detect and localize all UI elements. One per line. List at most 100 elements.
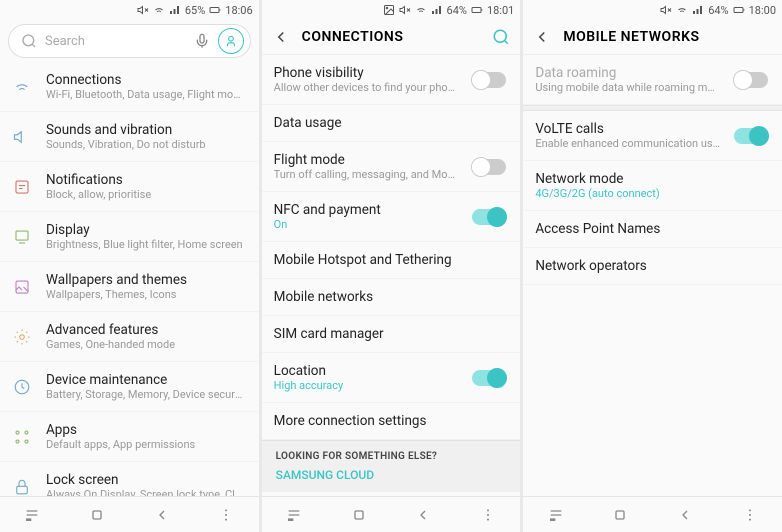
- home-button[interactable]: [351, 507, 367, 523]
- settings-item[interactable]: Advanced features Games, One-handed mode: [0, 312, 259, 362]
- settings-item[interactable]: Sounds and vibration Sounds, Vibration, …: [0, 112, 259, 162]
- network-item[interactable]: VoLTE callsEnable enhanced communication…: [523, 111, 782, 161]
- more-button[interactable]: [480, 507, 496, 523]
- profile-avatar[interactable]: [218, 28, 244, 54]
- settings-item-title: Wallpapers and themes: [46, 272, 245, 288]
- connections-list: Phone visibilityAllow other devices to f…: [262, 55, 521, 496]
- settings-item-subtitle: Default apps, App permissions: [46, 438, 245, 451]
- search-icon[interactable]: [492, 28, 510, 46]
- toggle-switch[interactable]: [472, 72, 506, 88]
- time-text: 18:01: [487, 4, 514, 17]
- battery-text: 64%: [708, 4, 728, 17]
- connection-item[interactable]: More connection settings: [262, 403, 521, 440]
- toggle-switch[interactable]: [472, 209, 506, 225]
- network-item-content: VoLTE callsEnable enhanced communication…: [535, 121, 720, 150]
- back-button[interactable]: [415, 507, 431, 523]
- mic-icon[interactable]: [194, 33, 210, 49]
- page-header: MOBILE NETWORKS: [523, 20, 782, 55]
- toggle-switch[interactable]: [734, 128, 768, 144]
- recent-apps-button[interactable]: [286, 507, 302, 523]
- search-bar[interactable]: Search: [8, 24, 251, 58]
- connection-item[interactable]: Mobile Hotspot and Tethering: [262, 242, 521, 279]
- network-item-title: Data roaming: [535, 65, 720, 81]
- settings-item[interactable]: Lock screen Always On Display, Screen lo…: [0, 462, 259, 496]
- settings-item[interactable]: Wallpapers and themes Wallpapers, Themes…: [0, 262, 259, 312]
- connection-item-content: NFC and paymentOn: [274, 202, 459, 231]
- connection-item[interactable]: LocationHigh accuracy: [262, 353, 521, 403]
- connection-item[interactable]: SIM card manager: [262, 316, 521, 353]
- time-text: 18:00: [749, 4, 776, 17]
- recent-apps-button[interactable]: [548, 507, 564, 523]
- settings-item-icon: [12, 427, 32, 447]
- settings-item-content: Device maintenance Battery, Storage, Mem…: [46, 372, 245, 401]
- settings-item[interactable]: Notifications Block, allow, prioritise: [0, 162, 259, 212]
- page-title: MOBILE NETWORKS: [563, 29, 772, 45]
- connection-item[interactable]: Phone visibilityAllow other devices to f…: [262, 55, 521, 105]
- more-button[interactable]: [218, 507, 234, 523]
- looking-for-header: LOOKING FOR SOMETHING ELSE?: [276, 451, 507, 462]
- status-bar: 64% 18:00: [523, 0, 782, 20]
- connection-item-content: Data usage: [274, 115, 507, 131]
- status-bar: 64% 18:01: [262, 0, 521, 20]
- connection-item-title: Location: [274, 363, 459, 379]
- looking-for-box: LOOKING FOR SOMETHING ELSE? SAMSUNG CLOU…: [262, 440, 521, 492]
- back-button[interactable]: [154, 507, 170, 523]
- search-placeholder: Search: [45, 34, 186, 49]
- home-button[interactable]: [89, 507, 105, 523]
- settings-item-content: Apps Default apps, App permissions: [46, 422, 245, 451]
- settings-item-subtitle: Wi-Fi, Bluetooth, Data usage, Flight mod…: [46, 88, 245, 101]
- settings-item-title: Display: [46, 222, 245, 238]
- connection-item-content: SIM card manager: [274, 326, 507, 342]
- connection-item-content: Mobile networks: [274, 289, 507, 305]
- search-icon: [21, 33, 37, 49]
- connection-item-subtitle: Allow other devices to find your phone a…: [274, 81, 459, 94]
- settings-item-content: Advanced features Games, One-handed mode: [46, 322, 245, 351]
- settings-item-subtitle: Brightness, Blue light filter, Home scre…: [46, 238, 245, 251]
- connection-item-content: Mobile Hotspot and Tethering: [274, 252, 507, 268]
- network-item[interactable]: Network operators: [523, 248, 782, 285]
- settings-item-title: Connections: [46, 72, 245, 88]
- phone-mobile-networks: 64% 18:00 MOBILE NETWORKS Data roamingUs…: [523, 0, 782, 532]
- settings-item[interactable]: Device maintenance Battery, Storage, Mem…: [0, 362, 259, 412]
- settings-item-icon: [12, 177, 32, 197]
- samsung-cloud-link[interactable]: SAMSUNG CLOUD: [276, 468, 507, 482]
- network-item[interactable]: Network mode4G/3G/2G (auto connect): [523, 161, 782, 211]
- battery-icon: [209, 4, 221, 16]
- home-button[interactable]: [612, 507, 628, 523]
- recent-apps-button[interactable]: [24, 507, 40, 523]
- connection-item-subtitle: Turn off calling, messaging, and Mobile …: [274, 168, 459, 181]
- network-item-subtitle: Enable enhanced communication using LTE …: [535, 137, 720, 150]
- toggle-switch[interactable]: [472, 370, 506, 386]
- connection-item[interactable]: Flight modeTurn off calling, messaging, …: [262, 142, 521, 192]
- connection-item-subtitle: On: [274, 218, 459, 231]
- more-button[interactable]: [742, 507, 758, 523]
- mute-icon: [660, 4, 672, 16]
- back-button[interactable]: [677, 507, 693, 523]
- connection-item-subtitle: High accuracy: [274, 379, 459, 392]
- network-item[interactable]: Data roamingUsing mobile data while roam…: [523, 55, 782, 105]
- time-text: 18:06: [225, 4, 252, 17]
- network-item-content: Data roamingUsing mobile data while roam…: [535, 65, 720, 94]
- battery-icon: [471, 4, 483, 16]
- settings-item[interactable]: Apps Default apps, App permissions: [0, 412, 259, 462]
- settings-item-title: Advanced features: [46, 322, 245, 338]
- toggle-switch[interactable]: [472, 159, 506, 175]
- network-item-content: Network mode4G/3G/2G (auto connect): [535, 171, 768, 200]
- settings-item-icon: [12, 227, 32, 247]
- signal-icon: [692, 4, 704, 16]
- connection-item[interactable]: NFC and paymentOn: [262, 192, 521, 242]
- settings-item[interactable]: Connections Wi-Fi, Bluetooth, Data usage…: [0, 62, 259, 112]
- connection-item-title: Data usage: [274, 115, 507, 131]
- network-item-title: Access Point Names: [535, 221, 768, 237]
- network-item[interactable]: Access Point Names: [523, 211, 782, 248]
- settings-item-title: Lock screen: [46, 472, 245, 488]
- connection-item-content: More connection settings: [274, 413, 507, 429]
- connection-item[interactable]: Mobile networks: [262, 279, 521, 316]
- nav-bar: [523, 496, 782, 532]
- connection-item-content: Phone visibilityAllow other devices to f…: [274, 65, 459, 94]
- toggle-switch[interactable]: [734, 72, 768, 88]
- back-icon[interactable]: [272, 28, 290, 46]
- back-icon[interactable]: [533, 28, 551, 46]
- connection-item[interactable]: Data usage: [262, 105, 521, 142]
- settings-item[interactable]: Display Brightness, Blue light filter, H…: [0, 212, 259, 262]
